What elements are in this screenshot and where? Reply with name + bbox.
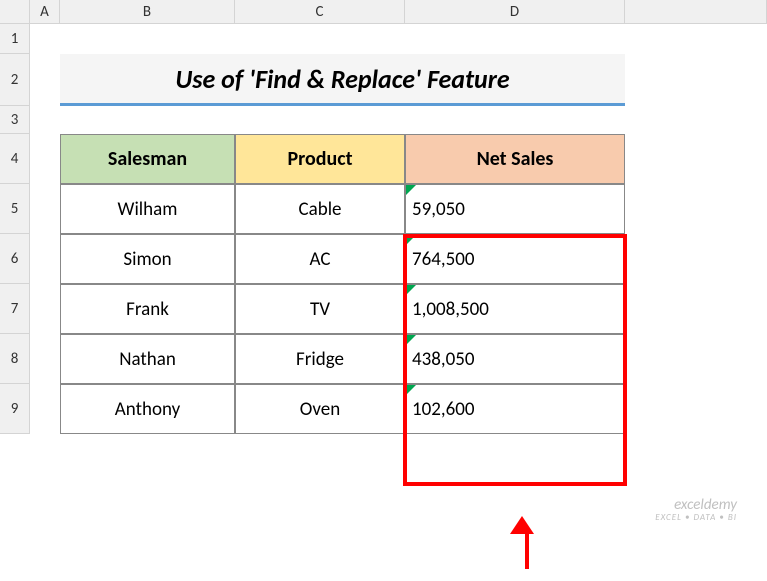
row-header-1[interactable]: 1 xyxy=(0,24,30,54)
cell-product[interactable]: Cable xyxy=(235,184,405,234)
page-title: Use of 'Find & Replace' Feature xyxy=(60,54,625,106)
arrow-annotation xyxy=(520,516,534,569)
spreadsheet-grid: A B C D 1 2 3 4 5 6 7 8 9 Use of 'Find &… xyxy=(0,0,767,434)
cell-product[interactable]: AC xyxy=(235,234,405,284)
cell-salesman[interactable]: Nathan xyxy=(60,334,235,384)
col-header-a[interactable]: A xyxy=(30,0,60,24)
cell-netsales[interactable]: 764,500 xyxy=(405,234,625,284)
cell-salesman[interactable]: Simon xyxy=(60,234,235,284)
row-header-5[interactable]: 5 xyxy=(0,184,30,234)
row-header-4[interactable]: 4 xyxy=(0,134,30,184)
header-product[interactable]: Product xyxy=(235,134,405,184)
header-salesman[interactable]: Salesman xyxy=(60,134,235,184)
cell-salesman[interactable]: Anthony xyxy=(60,384,235,434)
col-header-b[interactable]: B xyxy=(60,0,235,24)
row-header-7[interactable]: 7 xyxy=(0,284,30,334)
cell-product[interactable]: Fridge xyxy=(235,334,405,384)
row-header-3[interactable]: 3 xyxy=(0,106,30,134)
col-header-d[interactable]: D xyxy=(405,0,625,24)
arrow-up-icon xyxy=(510,516,534,534)
cell-netsales[interactable]: 102,600 xyxy=(405,384,625,434)
cell-product[interactable]: Oven xyxy=(235,384,405,434)
col-header-extra xyxy=(625,0,767,24)
cell-salesman[interactable]: Frank xyxy=(60,284,235,334)
cell-netsales[interactable]: 438,050 xyxy=(405,334,625,384)
cell-netsales[interactable]: 1,008,500 xyxy=(405,284,625,334)
watermark: exceldemy EXCEL • DATA • BI xyxy=(655,497,737,523)
cell-product[interactable]: TV xyxy=(235,284,405,334)
watermark-main: exceldemy xyxy=(655,497,737,514)
row-header-6[interactable]: 6 xyxy=(0,234,30,284)
cell-netsales[interactable]: 59,050 xyxy=(405,184,625,234)
select-all-corner[interactable] xyxy=(0,0,30,24)
header-netsales[interactable]: Net Sales xyxy=(405,134,625,184)
row-header-8[interactable]: 8 xyxy=(0,334,30,384)
watermark-sub: EXCEL • DATA • BI xyxy=(655,513,737,523)
arrow-line xyxy=(525,534,529,569)
col-header-c[interactable]: C xyxy=(235,0,405,24)
row-header-2[interactable]: 2 xyxy=(0,54,30,106)
row-header-9[interactable]: 9 xyxy=(0,384,30,434)
cell-salesman[interactable]: Wilham xyxy=(60,184,235,234)
